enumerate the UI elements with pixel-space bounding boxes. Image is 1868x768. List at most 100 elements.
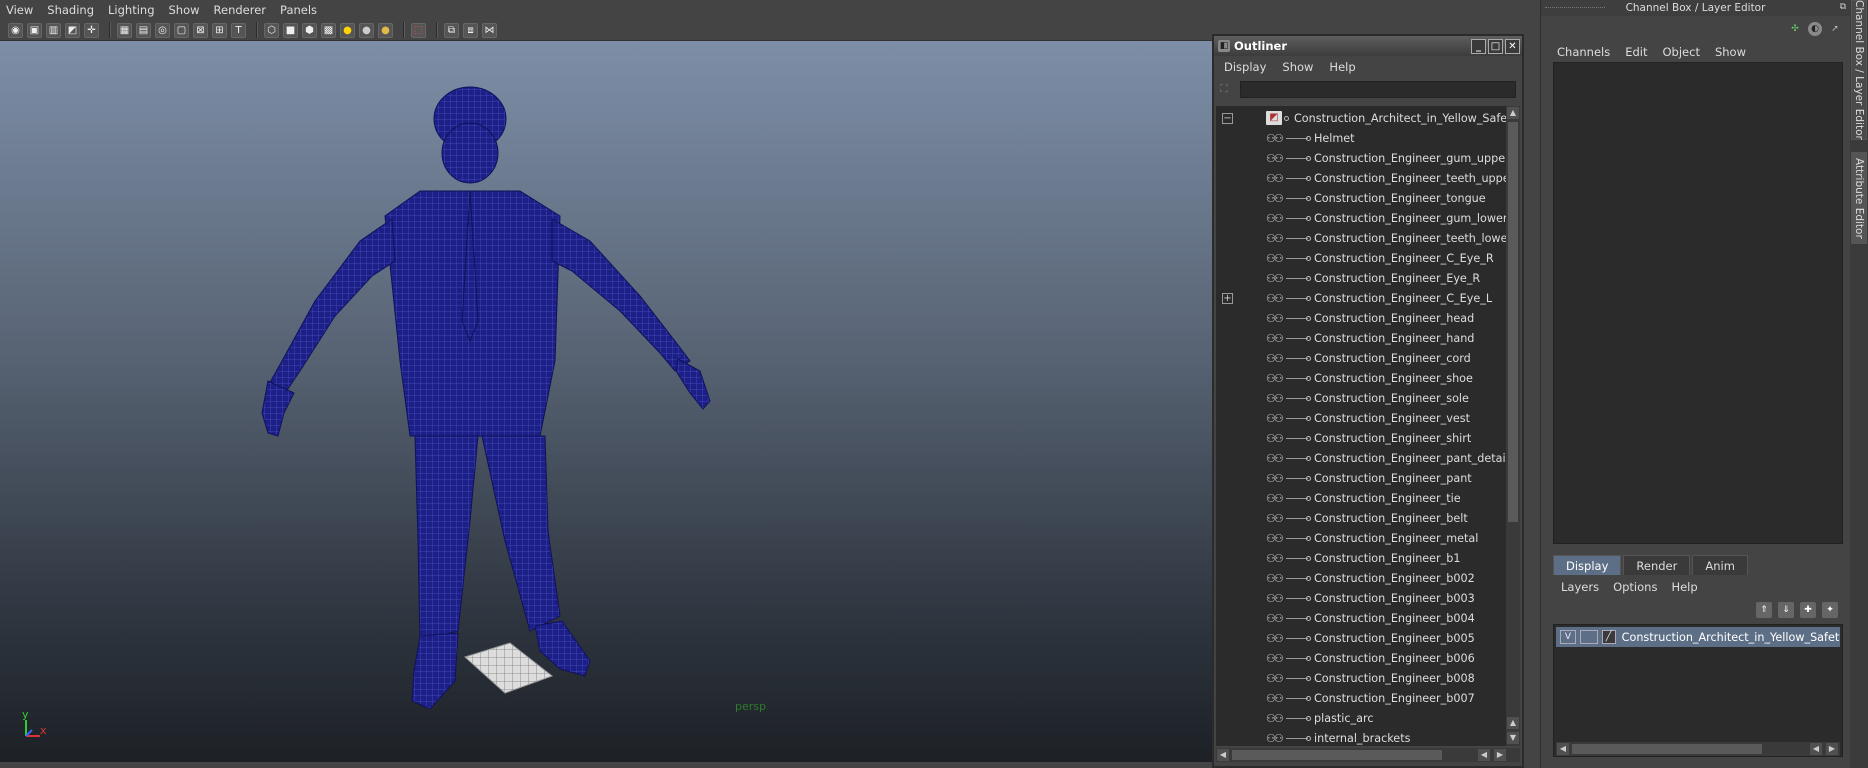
scroll-down-icon[interactable]: ▼ [1507, 732, 1519, 744]
scroll-up-icon[interactable]: ▲ [1507, 717, 1519, 729]
image-plane-icon[interactable]: ◩ [65, 22, 80, 38]
outliner-item-row[interactable]: ⚇⚇ Construction_Engineer_cord [1216, 348, 1506, 368]
outliner-item-row[interactable]: ⚇⚇ Construction_Engineer_metal [1216, 528, 1506, 548]
outliner-item-row[interactable]: ⚇⚇ plastic_arc [1216, 708, 1506, 728]
title-icon[interactable]: T [231, 22, 246, 38]
resolution-gate-icon[interactable]: ▤ [136, 22, 151, 38]
outliner-item-row[interactable]: ⚇⚇ Construction_Engineer_head [1216, 308, 1506, 328]
close-icon[interactable]: ✕ [1505, 38, 1520, 54]
safe-title-icon[interactable]: ⊞ [212, 22, 227, 38]
outliner-item-row[interactable]: ⚇⚇ internal_brackets [1216, 728, 1506, 746]
scroll-thumb[interactable] [1508, 122, 1518, 522]
outliner-item-row[interactable]: ⚇⚇ Construction_Engineer_teeth_upper [1216, 168, 1506, 188]
layer-menu-options[interactable]: Options [1613, 580, 1657, 594]
scroll-thumb[interactable] [1572, 744, 1762, 754]
shadows-icon[interactable]: ● [378, 22, 393, 38]
channel-menu-show[interactable]: Show [1715, 45, 1746, 59]
outliner-item-row[interactable]: ⚇⚇ Construction_Engineer_b002 [1216, 568, 1506, 588]
safe-action-icon[interactable]: ⊠ [193, 22, 208, 38]
scroll-right-icon[interactable]: ▶ [1826, 743, 1838, 755]
outliner-item-row[interactable]: ⚇⚇ Construction_Engineer_belt [1216, 508, 1506, 528]
outliner-item-row[interactable]: ⚇⚇ Construction_Engineer_gum_upper [1216, 148, 1506, 168]
tab-display[interactable]: Display [1553, 555, 1622, 575]
channel-box-area[interactable] [1553, 62, 1843, 544]
grid-icon[interactable]: ✛ [84, 22, 99, 38]
safe-area-icon[interactable]: ◎ [155, 22, 170, 38]
outliner-item-row[interactable]: ⚇⚇ Construction_Engineer_vest [1216, 408, 1506, 428]
outliner-search-input[interactable] [1240, 80, 1516, 98]
viewport-canvas[interactable] [0, 41, 1212, 762]
outliner-menu-help[interactable]: Help [1329, 60, 1355, 74]
outliner-root-row[interactable]: − ◩ Construction_Architect_in_Yellow_Saf… [1216, 108, 1506, 128]
channel-menu-channels[interactable]: Channels [1557, 45, 1610, 59]
speed-icon[interactable]: ◐ [1808, 22, 1822, 36]
outliner-item-row[interactable]: ⚇⚇ Construction_Engineer_b007 [1216, 688, 1506, 708]
all-lights-icon[interactable]: ● [359, 22, 374, 38]
tab-render[interactable]: Render [1623, 555, 1691, 575]
outliner-menu-show[interactable]: Show [1282, 60, 1313, 74]
outliner-vertical-scrollbar[interactable]: ▲ ▲ ▼ [1506, 106, 1520, 746]
outliner-item-row[interactable]: ⚇⚇ Construction_Engineer_b003 [1216, 588, 1506, 608]
menu-panels[interactable]: Panels [280, 3, 317, 17]
minimize-icon[interactable]: _ [1471, 38, 1486, 54]
outliner-item-row[interactable]: ⚇⚇ Construction_Engineer_pant [1216, 468, 1506, 488]
outliner-item-row[interactable]: ⚇⚇ Construction_Engineer_C_Eye_R [1216, 248, 1506, 268]
camera-icon[interactable]: ◉ [8, 22, 23, 38]
scroll-thumb[interactable] [1232, 750, 1442, 760]
wireframe-on-shaded-icon[interactable]: ⬢ [302, 22, 317, 38]
outliner-item-row[interactable]: ⚇⚇ Construction_Engineer_b005 [1216, 628, 1506, 648]
float-panel-icon[interactable]: ⧉ [1840, 2, 1846, 12]
wireframe-icon[interactable]: ⬡ [264, 22, 279, 38]
outliner-list[interactable]: − ◩ Construction_Architect_in_Yellow_Saf… [1216, 106, 1506, 746]
smooth-shade-icon[interactable]: ■ [283, 22, 298, 38]
pin-icon[interactable]: ➚ [1828, 22, 1842, 36]
outliner-item-row[interactable]: ⚇⚇ Construction_Engineer_hand [1216, 328, 1506, 348]
outliner-item-row[interactable]: + ⚇⚇ Construction_Engineer_C_Eye_L [1216, 288, 1506, 308]
outliner-item-row[interactable]: ⚇⚇ Construction_Engineer_teeth_lower [1216, 228, 1506, 248]
maximize-icon[interactable]: □ [1488, 38, 1503, 54]
menu-renderer[interactable]: Renderer [214, 3, 267, 17]
manipulator-icon[interactable]: ✣ [1788, 22, 1802, 36]
menu-shading[interactable]: Shading [47, 3, 94, 17]
layer-reference-toggle[interactable] [1579, 630, 1598, 644]
new-layer-selected-icon[interactable]: ✦ [1822, 602, 1838, 618]
outliner-item-row[interactable]: ⚇⚇ Helmet [1216, 128, 1506, 148]
filter-icon[interactable]: ⛶ [1220, 82, 1234, 96]
channel-menu-edit[interactable]: Edit [1625, 45, 1647, 59]
menu-view[interactable]: View [6, 3, 33, 17]
outliner-item-row[interactable]: ⚇⚇ Construction_Engineer_gum_lower [1216, 208, 1506, 228]
film-gate-icon[interactable]: ▦ [117, 22, 132, 38]
outliner-horizontal-scrollbar[interactable]: ◀ ◀ ▶ [1216, 748, 1520, 762]
panel-grip[interactable] [1545, 7, 1605, 8]
outliner-item-row[interactable]: ⚇⚇ Construction_Engineer_pant_detail [1216, 448, 1506, 468]
outliner-item-row[interactable]: ⚇⚇ Construction_Engineer_Eye_R [1216, 268, 1506, 288]
move-layer-up-icon[interactable]: ⇑ [1756, 602, 1772, 618]
channel-menu-object[interactable]: Object [1663, 45, 1700, 59]
layer-horizontal-scrollbar[interactable]: ◀ ◀ ▶ [1556, 742, 1840, 756]
layer-menu-help[interactable]: Help [1671, 580, 1697, 594]
outliner-item-row[interactable]: ⚇⚇ Construction_Engineer_tongue [1216, 188, 1506, 208]
collapse-icon[interactable]: − [1222, 112, 1233, 124]
xray-joints-icon[interactable]: ⧉ [444, 22, 459, 38]
outliner-item-row[interactable]: ⚇⚇ Construction_Engineer_b008 [1216, 668, 1506, 688]
scroll-left-icon[interactable]: ◀ [1478, 749, 1490, 761]
layer-visibility-toggle[interactable]: V [1560, 630, 1576, 644]
outliner-item-row[interactable]: ⚇⚇ Construction_Engineer_sole [1216, 388, 1506, 408]
move-layer-down-icon[interactable]: ⇓ [1778, 602, 1794, 618]
scroll-right-icon[interactable]: ▶ [1494, 749, 1506, 761]
share-icon[interactable]: ⋈ [482, 22, 497, 38]
layer-color-swatch[interactable]: ╱ [1601, 630, 1616, 644]
menu-lighting[interactable]: Lighting [108, 3, 154, 17]
bookmark-icon[interactable]: ▥ [46, 22, 61, 38]
outliner-item-row[interactable]: ⚇⚇ Construction_Engineer_shirt [1216, 428, 1506, 448]
xray-icon[interactable]: ▩ [321, 22, 336, 38]
outliner-item-row[interactable]: ⚇⚇ Construction_Engineer_b006 [1216, 648, 1506, 668]
outliner-item-row[interactable]: ⚇⚇ Construction_Engineer_b1 [1216, 548, 1506, 568]
default-light-icon[interactable]: ● [340, 22, 355, 38]
tab-channel-box-layer-editor[interactable]: Channel Box / Layer Editor [1851, 0, 1867, 140]
tab-anim[interactable]: Anim [1692, 555, 1748, 575]
scroll-up-icon[interactable]: ▲ [1507, 107, 1519, 119]
camera-attr-icon[interactable]: ▣ [27, 22, 42, 38]
field-chart-icon[interactable]: ▢ [174, 22, 189, 38]
xray-active-icon[interactable]: ⧈ [463, 22, 478, 38]
